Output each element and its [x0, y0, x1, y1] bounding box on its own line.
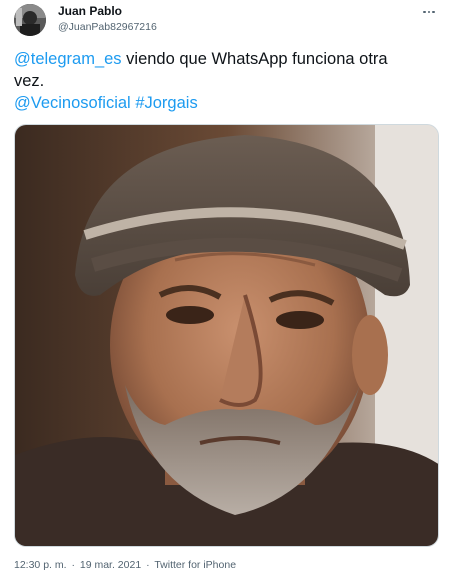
display-name[interactable]: Juan Pablo — [58, 5, 157, 17]
tweet-time[interactable]: 12:30 p. m. — [14, 559, 67, 571]
meta-separator: · — [71, 559, 75, 571]
tweet-text-part-2: vez. — [14, 72, 45, 90]
tweet-text: @telegram_es viendo que WhatsApp funcion… — [14, 48, 438, 114]
more-dots-icon[interactable] — [418, 2, 440, 22]
mention-vecinosoficial[interactable]: @Vecinosoficial — [14, 94, 131, 112]
user-handle: @JuanPab82967216 — [58, 21, 157, 33]
tweet-media-image[interactable] — [14, 124, 439, 547]
tweet-line-1: @telegram_es viendo que WhatsApp funcion… — [14, 48, 438, 70]
tweet-line-3: @Vecinosoficial #Jorgais — [14, 92, 438, 114]
tweet-text-part-1: viendo que WhatsApp funciona otra — [121, 50, 388, 68]
tweet: Juan Pablo @JuanPab82967216 @telegram_es… — [0, 0, 456, 580]
user-info: Juan Pablo @JuanPab82967216 — [58, 5, 157, 33]
tweet-meta: 12:30 p. m. · 19 mar. 2021 · Twitter for… — [14, 559, 236, 571]
tweet-date[interactable]: 19 mar. 2021 — [80, 559, 141, 571]
tweet-source[interactable]: Twitter for iPhone — [154, 559, 236, 571]
mention-telegram[interactable]: @telegram_es — [14, 50, 122, 68]
meta-separator: · — [146, 559, 150, 571]
avatar[interactable] — [14, 4, 46, 36]
photo-man-beanie — [15, 125, 438, 546]
hashtag-jorgais[interactable]: #Jorgais — [135, 94, 197, 112]
